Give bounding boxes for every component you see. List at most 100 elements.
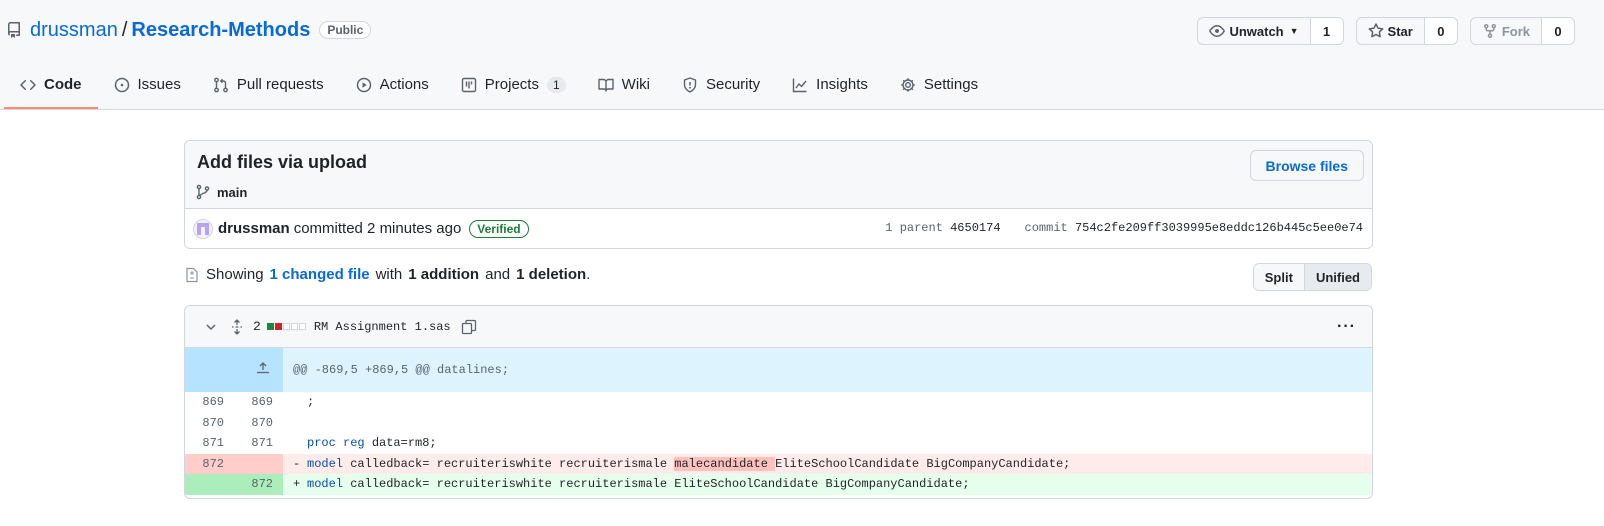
commit-title: Add files via upload <box>197 152 368 172</box>
tab-code[interactable]: Code <box>4 62 98 109</box>
code-line: proc reg data=rm8; <box>283 433 1372 454</box>
summary-and: and <box>485 266 511 283</box>
tab-security[interactable]: Security <box>666 62 776 107</box>
diffstat-neutral-block <box>290 323 298 330</box>
keyword: reg <box>343 436 365 451</box>
star-count[interactable]: 0 <box>1424 18 1457 44</box>
line-number-new[interactable]: 871 <box>234 433 283 454</box>
tab-projects-label: Projects <box>484 76 539 93</box>
line-number-old <box>185 474 234 495</box>
summary-showing: Showing <box>206 266 264 283</box>
tab-actions[interactable]: Actions <box>340 62 445 107</box>
tab-settings-label: Settings <box>923 76 979 93</box>
no-newline-icon <box>343 498 357 499</box>
tab-projects[interactable]: Projects 1 <box>445 62 582 107</box>
summary-period: . <box>586 266 591 283</box>
parent-sha-link[interactable]: 4650174 <box>950 221 1000 235</box>
split-view-button[interactable]: Split <box>1253 264 1305 290</box>
commit-info: commit 754c2fe209ff3039995e8eddc126b445c… <box>1025 221 1363 235</box>
fork-count[interactable]: 0 <box>1542 18 1574 44</box>
avatar[interactable] <box>193 218 213 239</box>
code-line: ; <box>283 392 1372 413</box>
copy-icon[interactable] <box>461 319 477 335</box>
chevron-down-icon[interactable] <box>203 319 219 335</box>
diff-line: 871 871 proc reg data=rm8; <box>185 433 1372 454</box>
file-diff-icon <box>184 267 200 283</box>
diff-file: 2 RM Assignment 1.sas ··· @@ -869,5 +869… <box>184 305 1373 499</box>
line-number-new[interactable]: 873 <box>234 495 283 499</box>
visibility-badge: Public <box>319 21 372 39</box>
line-number-old[interactable]: 871 <box>185 433 234 454</box>
tab-wiki-label: Wiki <box>621 76 650 93</box>
graph-icon <box>792 77 808 93</box>
tab-insights[interactable]: Insights <box>776 62 884 107</box>
commit-time: committed 2 minutes ago <box>293 220 462 237</box>
gear-icon <box>900 77 916 93</box>
commit-author-link[interactable]: drussman <box>218 220 290 237</box>
code-text: calledback= recruiteriswhite recruiteris… <box>343 477 970 492</box>
repo-header: drussman / Research-Methods Public Unwat… <box>0 0 1604 110</box>
tab-insights-label: Insights <box>816 76 868 93</box>
removed-word-highlight: malecandidate <box>674 456 776 471</box>
parent-label: 1 parent <box>885 221 943 235</box>
file-name[interactable]: RM Assignment 1.sas <box>314 320 451 334</box>
line-number-old[interactable]: 872 <box>185 453 234 474</box>
line-number-old[interactable]: 870 <box>185 413 234 434</box>
repo-name-link[interactable]: Research-Methods <box>131 19 310 42</box>
repo-owner-link[interactable]: drussman <box>30 19 118 42</box>
shield-icon <box>682 76 698 93</box>
branch-icon <box>195 184 211 200</box>
diffstat-neutral-block <box>298 323 306 330</box>
watch-button-group: Unwatch ▼ 1 <box>1197 17 1344 45</box>
fork-label: Fork <box>1501 23 1530 39</box>
repo-title-row: drussman / Research-Methods Public <box>6 17 372 43</box>
repo-icon <box>6 22 22 38</box>
tab-pull-requests[interactable]: Pull requests <box>197 62 340 107</box>
diffstat-add-block <box>266 323 274 330</box>
line-number-new[interactable]: 872 <box>234 474 283 495</box>
tab-issues[interactable]: Issues <box>98 62 197 107</box>
code-line: + model calledback= recruiteriswhite recr… <box>283 474 1372 495</box>
code-text: calledback= recruiteriswhite recruiteris… <box>343 456 675 471</box>
commit-sha: 754c2fe209ff3039995e8eddc126b445c5ee0e74 <box>1074 221 1363 235</box>
tab-security-label: Security <box>705 76 761 93</box>
unified-view-button[interactable]: Unified <box>1304 264 1371 290</box>
browse-files-button[interactable]: Browse files <box>1249 150 1364 181</box>
book-icon <box>597 77 614 93</box>
line-number-new[interactable]: 870 <box>234 413 283 434</box>
diff-line: 869 869 ; <box>185 392 1372 413</box>
tab-settings[interactable]: Settings <box>884 62 994 107</box>
changed-files-link[interactable]: 1 changed file <box>270 266 370 283</box>
unwatch-button[interactable]: Unwatch ▼ <box>1198 18 1311 44</box>
fork-button[interactable]: Fork <box>1471 18 1542 44</box>
tab-wiki[interactable]: Wiki <box>582 62 666 107</box>
line-number-old[interactable]: 869 <box>185 392 234 413</box>
file-header: 2 RM Assignment 1.sas ··· <box>185 306 1372 348</box>
commit-branch[interactable]: main <box>195 184 247 200</box>
line-number-old[interactable]: 873 <box>185 495 234 499</box>
expand-up-icon[interactable] <box>185 348 283 392</box>
sha-info: 1 parent 4650174 commit 754c2fe209ff3039… <box>885 221 1363 235</box>
repo-nav: Code Issues Pull requests Actions Projec… <box>4 62 994 109</box>
fork-icon <box>1482 23 1498 39</box>
tab-code-label: Code <box>44 76 82 93</box>
play-icon <box>356 77 372 93</box>
code-line <box>283 413 1372 434</box>
kebab-menu-icon[interactable]: ··· <box>1337 318 1356 336</box>
code-text: ; <box>329 498 336 499</box>
tab-issues-label: Issues <box>137 76 181 93</box>
keyword: model <box>307 456 344 471</box>
diff-table: @@ -869,5 +869,5 @@ datalines; 869 869 ;… <box>185 348 1372 499</box>
added-line: 872 + model calledback= recruiteriswhite … <box>185 474 1372 495</box>
repo-actions: Unwatch ▼ 1 Star 0 Fork 0 <box>1197 17 1575 45</box>
caret-down-icon: ▼ <box>1289 26 1299 36</box>
expand-icon[interactable] <box>229 318 245 335</box>
line-number-new[interactable]: 869 <box>234 392 283 413</box>
eye-icon <box>1209 23 1226 39</box>
star-button[interactable]: Star <box>1357 18 1425 44</box>
deletions-count: 1 deletion <box>516 266 587 283</box>
code-line: - model calledback= recruiteriswhite recr… <box>283 453 1372 474</box>
watch-count[interactable]: 1 <box>1310 18 1343 44</box>
diffstat-neutral-block <box>282 323 290 330</box>
verified-badge[interactable]: Verified <box>469 219 529 238</box>
